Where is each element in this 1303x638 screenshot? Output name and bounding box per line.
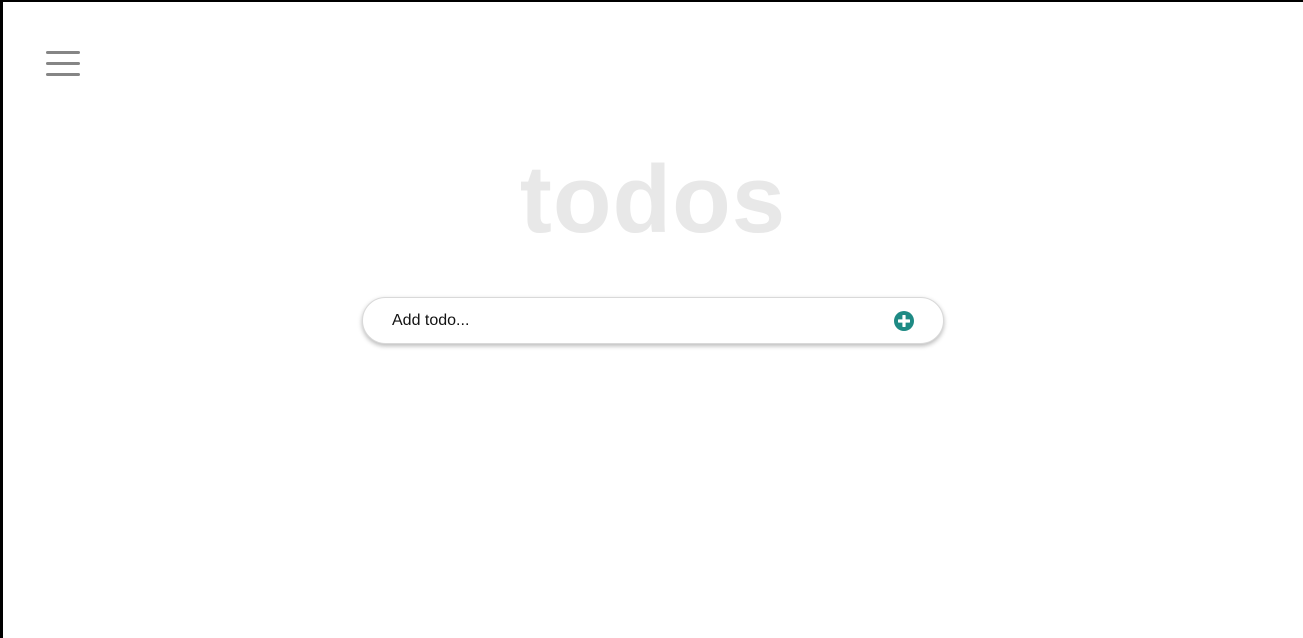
app-title: todos — [519, 146, 787, 253]
add-todo-input[interactable] — [377, 304, 877, 338]
add-todo-form — [362, 297, 944, 344]
plus-circle-icon — [894, 311, 914, 331]
menu-bar-top — [46, 50, 80, 54]
menu-bar-bottom — [46, 72, 80, 76]
add-todo-button[interactable] — [893, 310, 915, 332]
hamburger-menu-button[interactable] — [43, 46, 83, 80]
app-window: todos — [3, 2, 1303, 638]
menu-bar-middle — [46, 61, 80, 65]
